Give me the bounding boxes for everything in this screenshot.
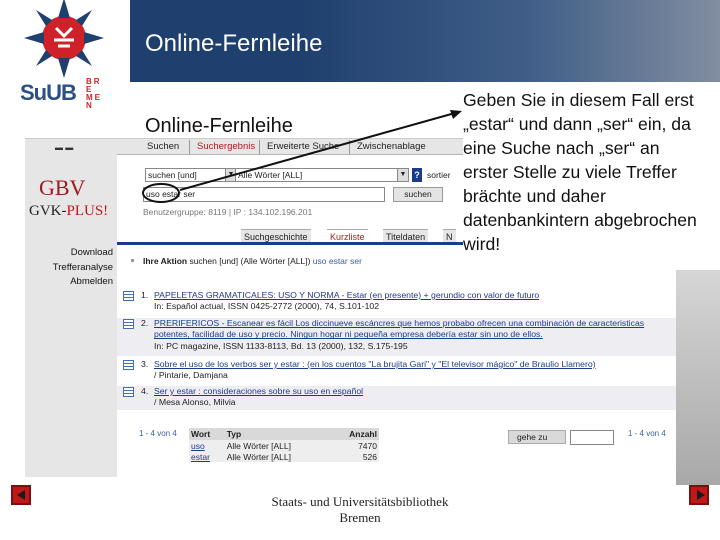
word-link[interactable]: uso	[191, 441, 205, 451]
arrowhead-icon	[450, 110, 462, 119]
next-slide-button[interactable]	[689, 485, 709, 505]
column-header: Typ	[224, 428, 330, 440]
header-gradient	[300, 0, 720, 82]
tab-suchen[interactable]: Suchen	[147, 141, 179, 152]
logo-area: SuUB BRE MEN	[0, 0, 130, 110]
tab-zwischenablage[interactable]: Zwischenablage	[357, 141, 426, 152]
search-button[interactable]: suchen	[393, 187, 443, 202]
search-field-select[interactable]: Alle Wörter [ALL] ▼	[235, 168, 409, 182]
tab-more[interactable]: N	[443, 229, 456, 243]
tab-titeldaten[interactable]: Titeldaten	[383, 229, 429, 243]
sidebar-item-download[interactable]: Download	[25, 246, 113, 261]
result-number: 1.	[141, 290, 149, 300]
table-row: estar Alle Wörter [ALL] 526	[189, 451, 379, 462]
footer-line-2: Bremen	[339, 510, 381, 525]
decor-background	[676, 270, 720, 485]
search-input[interactable]: uso estar ser	[143, 187, 385, 202]
result-number: 2.	[141, 318, 149, 328]
list-item: 4. Ser y estar : consideraciones sobre s…	[117, 386, 676, 410]
help-icon[interactable]: ?	[412, 168, 422, 182]
tab-kurzliste[interactable]: Kurzliste	[327, 229, 368, 243]
list-item: 1. PAPELETAS GRAMATICALES: USO Y NORMA -…	[117, 290, 676, 314]
word-type: Alle Wörter [ALL]	[224, 440, 330, 451]
gvk-plus-logo: GVK-PLUS!	[29, 203, 109, 219]
slide-subtitle: Online-Fernleihe	[145, 115, 293, 137]
goto-button[interactable]: gehe zu	[508, 430, 566, 444]
word-count-table: Wort Typ Anzahl uso Alle Wörter [ALL] 74…	[189, 428, 379, 462]
chevron-down-icon: ▼	[397, 169, 408, 181]
column-header: Wort	[189, 428, 225, 440]
language-flags-icon[interactable]: ▬ ▬	[55, 143, 73, 152]
tab-suchgeschichte[interactable]: Suchgeschichte	[241, 229, 311, 243]
logo-text: SuUB	[20, 80, 77, 105]
result-title-link[interactable]: Sobre el uso de los verbos ser y estar :…	[154, 359, 596, 369]
result-source: In: Español actual, ISSN 0425-2772 (2000…	[154, 301, 380, 312]
search-mode-select[interactable]: suchen [und] ▼	[145, 168, 237, 182]
tab-suchergebnis[interactable]: Suchergebnis	[197, 141, 255, 152]
user-group-info: Benutzergruppe: 8119 | IP : 134.102.196.…	[143, 207, 313, 217]
word-link[interactable]: estar	[191, 452, 210, 462]
result-count-right: 1 - 4 von 4	[628, 429, 666, 438]
word-count: 526	[329, 451, 379, 462]
document-icon[interactable]	[123, 387, 134, 397]
slide-footer: Staats- und Universitätsbibliothek Breme…	[235, 494, 485, 526]
column-header: Anzahl	[329, 428, 379, 440]
footer-line-1: Staats- und Universitätsbibliothek	[271, 494, 449, 509]
result-author: / Mesa Alonso, Milvia	[154, 397, 236, 408]
result-number: 3.	[141, 359, 149, 369]
word-count: 7470	[329, 440, 379, 451]
document-icon[interactable]	[123, 319, 134, 329]
tab-separator	[349, 140, 350, 154]
sidebar-links: Download Trefferanalyse Abmelden	[25, 246, 113, 290]
list-item: 2. PRERIFERICOS - Escanear es fácil Los …	[117, 318, 676, 356]
result-author: / Pintarie, Damjana	[154, 370, 228, 381]
action-label: Ihre Aktion	[143, 256, 188, 266]
tab-erweiterte-suche[interactable]: Erweiterte Suche	[267, 141, 339, 152]
gbv-logo: GBV	[39, 175, 86, 200]
previous-slide-button[interactable]	[11, 485, 31, 505]
tab-separator	[189, 140, 190, 154]
callout-text: Geben Sie in diesem Fall erst „estar“ un…	[463, 88, 708, 256]
action-text: suchen [und] (Alle Wörter [ALL])	[189, 256, 311, 266]
table-row: uso Alle Wörter [ALL] 7470	[189, 440, 379, 451]
catalog-sidebar: ▬ ▬ GBV GVK-PLUS! Download Trefferanalys…	[25, 139, 117, 477]
result-title-link[interactable]: PRERIFERICOS - Escanear es fácil Los dic…	[154, 318, 644, 339]
sidebar-item-trefferanalyse[interactable]: Trefferanalyse	[25, 261, 113, 276]
result-count-left: 1 - 4 von 4	[139, 429, 177, 438]
tab-separator	[259, 140, 260, 154]
result-number: 4.	[141, 386, 149, 396]
bullet-icon	[131, 259, 134, 262]
logo-side-text: BRE MEN	[86, 77, 102, 110]
document-icon[interactable]	[123, 291, 134, 301]
slide-title: Online-Fernleihe	[145, 30, 323, 57]
action-query: uso estar ser	[312, 256, 362, 266]
result-source: In: PC magazine, ISSN 1133-8113, Bd. 13 …	[154, 340, 408, 351]
document-icon[interactable]	[123, 360, 134, 370]
arrow-right-icon	[697, 490, 705, 500]
arrow-left-icon	[17, 490, 25, 500]
sidebar-item-abmelden[interactable]: Abmelden	[25, 275, 113, 290]
word-type: Alle Wörter [ALL]	[224, 451, 330, 462]
star-logo-icon	[24, 0, 104, 78]
goto-input[interactable]	[570, 430, 614, 445]
result-title-link[interactable]: PAPELETAS GRAMATICALES: USO Y NORMA - Es…	[154, 290, 539, 300]
sort-label: sortier	[427, 170, 451, 180]
result-title-link[interactable]: Ser y estar : consideraciones sobre su u…	[154, 386, 363, 396]
current-action: Ihre Aktion suchen [und] (Alle Wörter [A…	[143, 256, 362, 266]
list-item: 3. Sobre el uso de los verbos ser y esta…	[117, 359, 676, 383]
